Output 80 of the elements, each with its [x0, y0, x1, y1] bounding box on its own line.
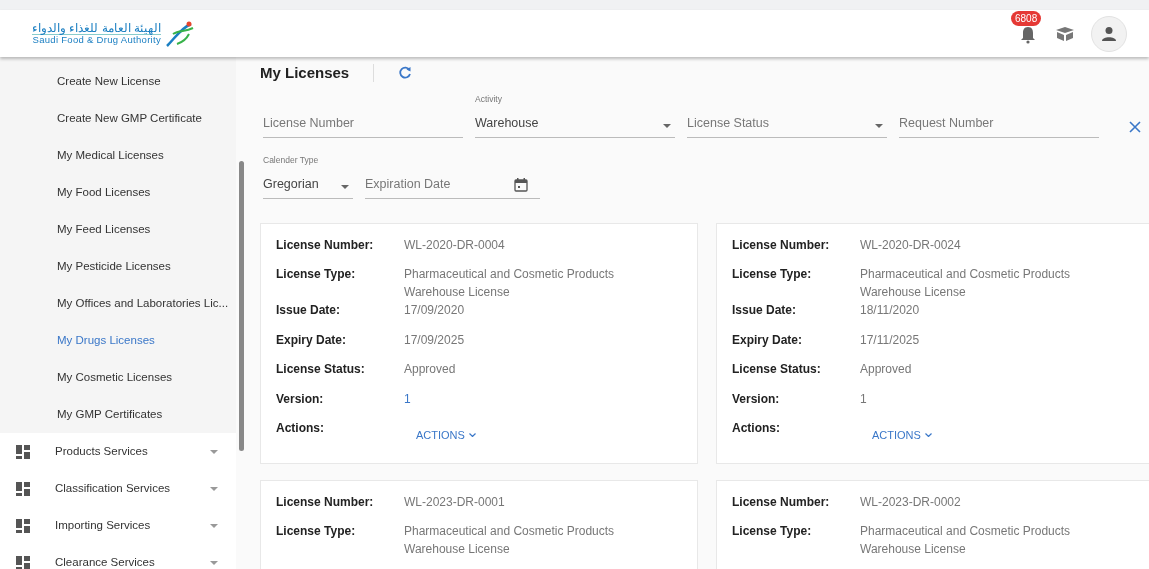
field-value: Pharmaceutical and Cosmetic Products Warehouse License: [860, 523, 1072, 558]
field-value: 17/09/2025: [404, 331, 466, 349]
sidebar-link[interactable]: My Drugs Licenses: [0, 322, 236, 359]
field-label: License Number:: [732, 236, 831, 254]
dropdown-arrow-icon: [663, 123, 671, 128]
sidebar-link[interactable]: Create New GMP Certificate: [0, 100, 236, 137]
field-value: WL-2023-DR-0002: [860, 493, 962, 511]
sidebar-link[interactable]: My Medical Licenses: [0, 137, 236, 174]
field-value: WL-2020-DR-0004: [404, 236, 506, 254]
field-label: License Type:: [732, 523, 813, 540]
sidebar-link[interactable]: My Food Licenses: [0, 174, 236, 211]
date-field[interactable]: Expiration Date: [365, 166, 540, 199]
field-label: Activity: [475, 93, 503, 106]
input-field[interactable]: Request Number: [899, 105, 1099, 138]
chevron-down-icon: [468, 432, 476, 437]
field-value: 18/11/2020: [860, 302, 921, 319]
field-label: Issue Date:: [732, 302, 798, 319]
chevron-down-icon: [924, 432, 932, 437]
field-label: License Type:: [732, 266, 813, 283]
sidebar-link[interactable]: My Offices and Laboratories Lic...: [0, 285, 236, 322]
sidebar-link[interactable]: Create New License: [0, 63, 236, 100]
field-label: Issue Date:: [276, 302, 342, 319]
scrollbar-thumb[interactable]: [239, 161, 244, 451]
field-value: Pharmaceutical and Cosmetic Products Warehouse License: [404, 266, 616, 301]
sidebar-group[interactable]: Importing Services: [0, 507, 236, 544]
sidebar-group[interactable]: Classification Services: [0, 470, 236, 507]
field-label: License Status:: [732, 361, 822, 378]
bell-icon[interactable]: [1020, 25, 1036, 44]
dashboard-icon: [16, 444, 30, 459]
field-label: License Number:: [732, 493, 831, 511]
notification-badge: 6808: [1011, 10, 1042, 26]
field-label: License Number:: [276, 236, 375, 254]
close-icon[interactable]: [1129, 120, 1141, 133]
field-label: Actions:: [276, 420, 325, 437]
field-label: Actions:: [732, 420, 781, 437]
dropdown-arrow-icon: [341, 184, 349, 189]
actions-button[interactable]: ACTIONS: [404, 421, 488, 449]
refresh-icon[interactable]: [398, 66, 413, 80]
field-value: Pharmaceutical and Cosmetic Products Warehouse License: [860, 266, 1072, 301]
field-label: Expiry Date:: [732, 331, 804, 349]
field-value: Approved: [860, 361, 913, 378]
field-value: Pharmaceutical and Cosmetic Products Warehouse License: [404, 523, 616, 558]
input-field[interactable]: License Number: [263, 105, 463, 138]
dashboard-icon: [16, 518, 30, 533]
logo-english-text: Saudi Food & Drug Authority: [32, 34, 161, 46]
field-value: 17/11/2025: [860, 331, 921, 349]
field-value: 17/09/2020: [404, 302, 466, 319]
field-value: WL-2020-DR-0024: [860, 236, 962, 254]
field-value: 1: [860, 390, 868, 408]
page-title: My Licenses: [260, 62, 350, 83]
dashboard-icon: [16, 555, 30, 569]
select-field[interactable]: Gregorian: [263, 166, 353, 199]
dropdown-arrow-icon: [875, 123, 883, 128]
sidebar-link[interactable]: My Cosmetic Licenses: [0, 359, 236, 396]
person-icon: [1101, 25, 1117, 42]
field-label: Expiry Date:: [276, 331, 348, 349]
sidebar-group[interactable]: Clearance Services: [0, 544, 236, 569]
select-field[interactable]: License Status: [687, 105, 887, 138]
field-label: License Type:: [276, 266, 357, 283]
field-label: Calender Type: [263, 153, 320, 167]
actions-button[interactable]: ACTIONS: [860, 421, 944, 449]
sidebar-link[interactable]: My GMP Certificates: [0, 396, 236, 433]
calendar-icon[interactable]: [514, 177, 528, 192]
field-label: Version:: [276, 390, 325, 408]
field-label: License Type:: [276, 523, 357, 540]
field-label: License Number:: [276, 493, 375, 511]
logo-icon: [165, 19, 195, 48]
field-value: WL-2023-DR-0001: [404, 493, 506, 511]
dashboard-icon: [16, 481, 30, 496]
select-field[interactable]: Warehouse: [475, 105, 675, 138]
field-value: 1: [404, 390, 412, 408]
sidebar-group[interactable]: Products Services: [0, 433, 236, 470]
field-label: Version:: [732, 390, 781, 408]
field-label: License Status:: [276, 361, 366, 378]
box-icon[interactable]: [1055, 25, 1075, 42]
sidebar-link[interactable]: My Feed Licenses: [0, 211, 236, 248]
logo-arabic-text: الهيئة العامة للغذاء والدواء: [32, 21, 161, 35]
field-value: Approved: [404, 361, 457, 378]
user-avatar[interactable]: [1091, 15, 1127, 52]
sidebar-link[interactable]: My Pesticide Licenses: [0, 248, 236, 285]
